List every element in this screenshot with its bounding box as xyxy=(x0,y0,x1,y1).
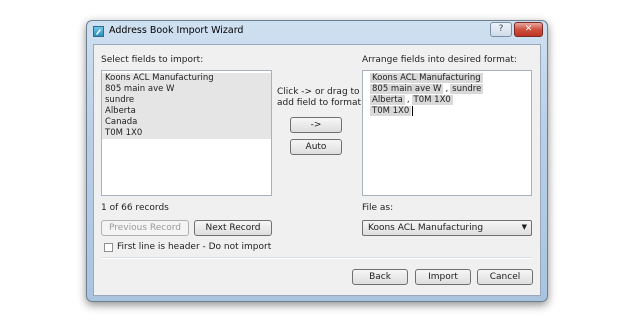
select-fields-heading: Select fields to import: xyxy=(101,55,204,65)
format-line-4: T0M 1X0 xyxy=(370,106,414,116)
back-button[interactable]: Back xyxy=(352,269,408,285)
format-token[interactable]: Alberta xyxy=(370,95,405,105)
arrange-fields-heading: Arrange fields into desired format: xyxy=(362,55,517,65)
next-record-button[interactable]: Next Record xyxy=(194,220,272,236)
text-caret xyxy=(412,106,414,116)
footer-divider xyxy=(101,257,532,259)
hint-line-2: add field to format. xyxy=(277,98,364,108)
list-item[interactable]: Koons ACL Manufacturing xyxy=(102,73,271,84)
import-wizard-window: Address Book Import Wizard ? ✕ Select fi… xyxy=(86,20,548,302)
format-token[interactable]: 805 main ave W xyxy=(370,84,444,94)
fields-listbox[interactable]: Koons ACL Manufacturing 805 main ave W s… xyxy=(101,70,272,196)
cancel-button[interactable]: Cancel xyxy=(477,269,533,285)
list-item[interactable]: Canada xyxy=(102,117,271,128)
previous-record-button[interactable]: Previous Record xyxy=(101,220,189,236)
add-field-button[interactable]: -> xyxy=(290,117,342,133)
list-item[interactable]: 805 main ave W xyxy=(102,84,271,95)
format-token[interactable]: Koons ACL Manufacturing xyxy=(370,73,483,83)
window-title: Address Book Import Wizard xyxy=(109,25,244,36)
format-line-2: 805 main ave W, sundre xyxy=(370,84,484,94)
app-icon xyxy=(93,26,104,37)
format-editor[interactable]: Koons ACL Manufacturing 805 main ave W,s… xyxy=(362,70,532,196)
import-button[interactable]: Import xyxy=(415,269,471,285)
format-separator: , xyxy=(406,95,410,105)
file-as-label: File as: xyxy=(362,203,394,213)
format-token[interactable]: sundre xyxy=(450,84,484,94)
chevron-down-icon: ▼ xyxy=(521,223,527,231)
auto-button[interactable]: Auto xyxy=(290,139,342,155)
close-button[interactable]: ✕ xyxy=(514,22,543,37)
format-token[interactable]: T0M 1X0 xyxy=(411,95,453,105)
record-count: 1 of 66 records xyxy=(101,203,169,213)
hint-line-1: Click -> or drag to xyxy=(277,87,360,97)
list-item[interactable]: T0M 1X0 xyxy=(102,128,271,139)
file-as-value: Koons ACL Manufacturing xyxy=(368,223,484,233)
first-line-header-checkbox[interactable] xyxy=(104,243,113,252)
first-line-header-label: First line is header - Do not import xyxy=(117,242,272,252)
title-bar[interactable]: Address Book Import Wizard ? ✕ xyxy=(87,21,547,43)
format-token[interactable]: T0M 1X0 xyxy=(370,106,412,116)
format-line-3: Alberta, T0M 1X0 xyxy=(370,95,453,105)
list-item[interactable]: Alberta xyxy=(102,106,271,117)
format-line-1: Koons ACL Manufacturing xyxy=(370,73,483,83)
help-button[interactable]: ? xyxy=(490,22,512,37)
file-as-dropdown[interactable]: Koons ACL Manufacturing ▼ xyxy=(362,220,532,236)
list-item[interactable]: sundre xyxy=(102,95,271,106)
dialog-body: Select fields to import: Koons ACL Manuf… xyxy=(93,44,541,296)
format-separator: , xyxy=(445,84,449,94)
